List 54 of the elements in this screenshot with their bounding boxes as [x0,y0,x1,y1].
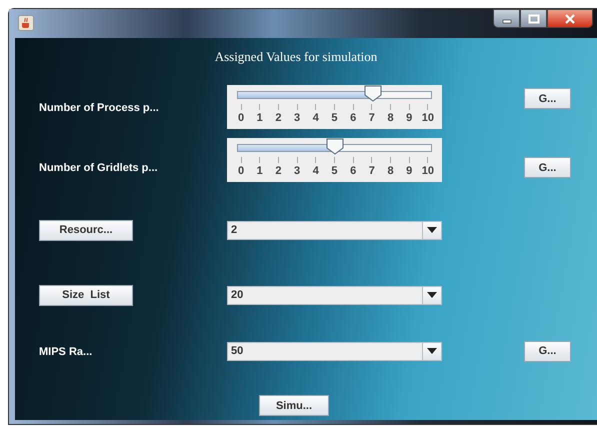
tick-label: 8 [387,165,394,177]
tick-label: 1 [256,112,263,124]
slider-thumb[interactable] [364,85,382,102]
tick-label: 7 [368,165,375,177]
tick-label: 0 [238,112,244,124]
tick-label: 2 [275,112,282,124]
dropdown-value: 20 [230,289,244,301]
tick-label: 3 [294,112,300,124]
dropdown-value: 50 [230,345,244,357]
maximize-icon [528,14,540,24]
field-label: Number of Gridlets p... [39,162,158,174]
caret-icon [427,227,437,233]
tick-label: 4 [312,112,319,124]
tick-label: 6 [350,112,356,124]
dropdown-arrow-button[interactable] [422,222,441,238]
tick-label: 3 [294,165,300,177]
label-button[interactable]: Resourc... [39,220,133,240]
tick-label: 8 [387,112,394,124]
slider-thumb[interactable] [326,138,344,155]
caret-icon [427,348,437,354]
dropdown[interactable]: 50 [227,342,442,360]
tick-label: 10 [422,112,434,124]
tick-label: 9 [406,165,412,177]
panel-title: Assigned Values for simulation [214,48,378,66]
simulate-button[interactable]: Simu... [259,395,329,416]
action-button[interactable]: G... [524,88,571,109]
caret-icon [427,292,437,298]
slider[interactable]: 0 1 2 3 4 5 6 7 8 9 10 [227,138,442,182]
tick-label: 4 [312,165,319,177]
dropdown[interactable]: 20 [227,286,442,304]
label-button[interactable]: Size List [39,284,133,306]
tick-label: 1 [256,165,263,177]
slider[interactable]: 0 1 2 3 4 5 6 7 8 9 10 [227,85,442,129]
dropdown-arrow-button[interactable] [422,342,441,360]
cup-icon [18,15,34,31]
tick-label: 0 [238,165,244,177]
tick-label: 9 [406,112,412,124]
minimize-button[interactable] [493,9,520,28]
close-button[interactable] [547,9,593,28]
action-button[interactable]: G... [524,340,571,362]
maximize-button[interactable] [520,9,547,28]
tick-label: 6 [350,165,356,177]
close-icon [564,14,576,24]
action-button[interactable]: G... [524,157,571,178]
field-label: MIPS Ra... [39,346,92,358]
tick-label: 2 [275,165,282,177]
field-label: Number of Process p... [39,102,159,114]
dropdown-arrow-button[interactable] [422,286,441,304]
dropdown-value: 2 [230,224,238,236]
tick-label: 5 [331,112,338,124]
tick-label: 7 [368,112,375,124]
tick-label: 5 [331,165,338,177]
tick-label: 10 [422,165,434,177]
dropdown[interactable]: 2 [227,220,442,240]
